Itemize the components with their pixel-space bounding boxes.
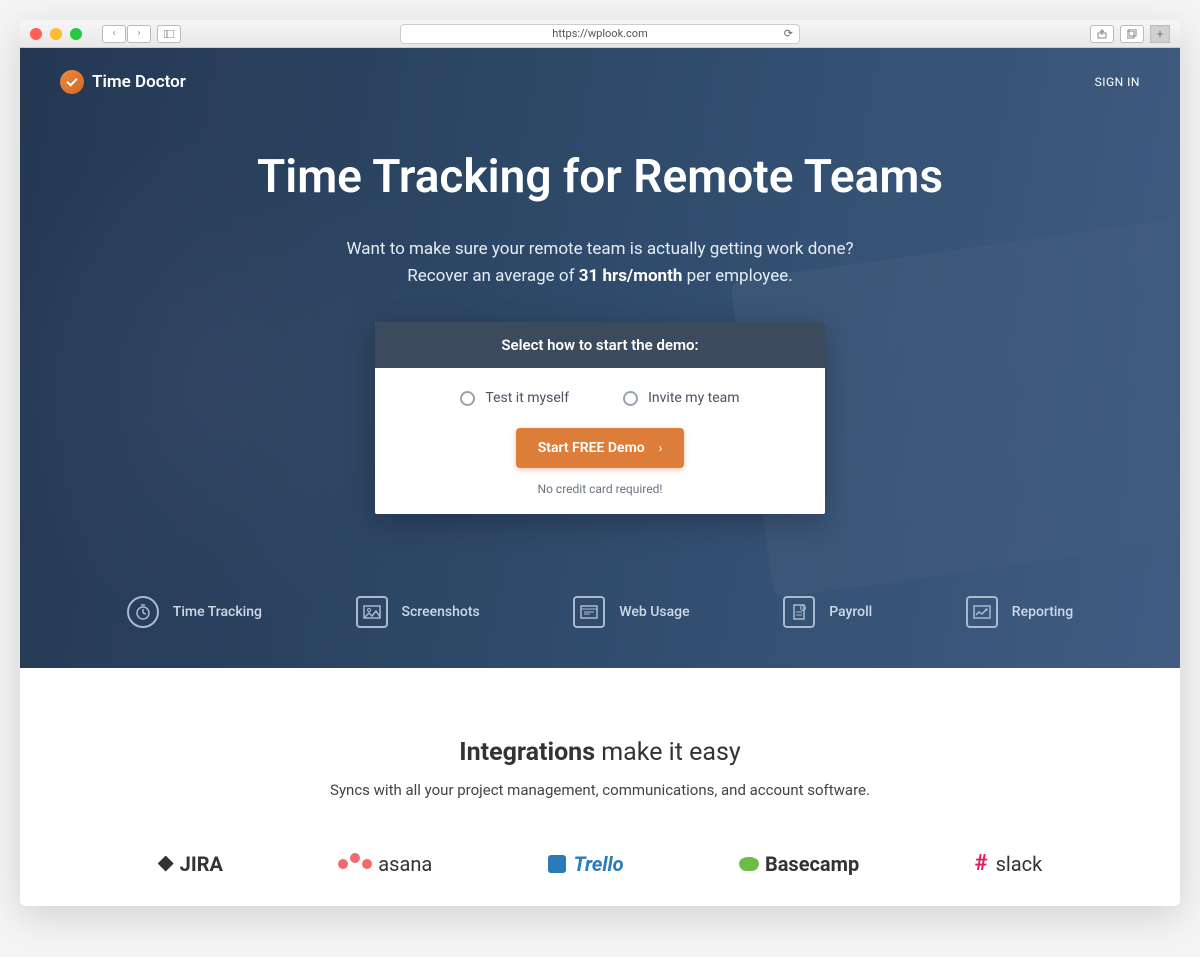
reload-icon[interactable]: ⟳ [784, 27, 793, 40]
sign-in-link[interactable]: SIGN IN [1095, 75, 1140, 89]
title-bold: Integrations [459, 738, 595, 767]
basecamp-logo[interactable]: Basecamp [739, 852, 859, 876]
feature-label: Reporting [1012, 604, 1073, 620]
sidebar-toggle-icon[interactable] [157, 25, 181, 43]
slack-logo[interactable]: slack [975, 851, 1043, 876]
chart-icon [966, 596, 998, 628]
subtitle-line1: Want to make sure your remote team is ac… [346, 239, 853, 259]
integration-logos: JIRA asana Trello Basecamp slack [60, 851, 1140, 896]
window-controls [30, 28, 82, 40]
asana-logo[interactable]: asana [338, 852, 432, 876]
demo-card: Select how to start the demo: Test it my… [375, 322, 825, 514]
title-light: make it easy [595, 738, 741, 767]
chevron-right-icon: › [659, 441, 663, 455]
radio-group: Test it myself Invite my team [395, 390, 805, 406]
payroll-icon: $ [783, 596, 815, 628]
clock-check-icon [60, 70, 84, 94]
radio-icon [460, 391, 475, 406]
hero-subtitle: Want to make sure your remote team is ac… [20, 236, 1180, 290]
subtitle-bold: 31 hrs/month [579, 266, 683, 286]
radio-test-myself[interactable]: Test it myself [460, 390, 569, 406]
hero-content: Time Tracking for Remote Teams Want to m… [20, 94, 1180, 514]
no-credit-card-note: No credit card required! [395, 482, 805, 496]
integrations-subtitle: Syncs with all your project management, … [60, 781, 1140, 799]
integrations-section: Integrations make it easy Syncs with all… [20, 668, 1180, 906]
share-icon[interactable] [1090, 25, 1114, 43]
minimize-window-icon[interactable] [50, 28, 62, 40]
brand-name: Time Doctor [92, 72, 186, 92]
url-text: https://wplook.com [552, 27, 647, 40]
browser-titlebar: ‹ › https://wplook.com ⟳ + [20, 20, 1180, 48]
jira-logo[interactable]: JIRA [158, 852, 223, 876]
feature-web-usage[interactable]: Web Usage [573, 596, 689, 628]
feature-screenshots[interactable]: Screenshots [356, 596, 480, 628]
feature-label: Payroll [829, 604, 872, 620]
back-button[interactable]: ‹ [102, 25, 126, 43]
stopwatch-icon [127, 596, 159, 628]
card-heading: Select how to start the demo: [375, 322, 825, 368]
site-header: Time Doctor SIGN IN [20, 48, 1180, 94]
feature-reporting[interactable]: Reporting [966, 596, 1073, 628]
asana-dots-icon [338, 859, 372, 869]
radio-label: Test it myself [485, 390, 569, 406]
hero-title: Time Tracking for Remote Teams [20, 150, 1180, 204]
maximize-window-icon[interactable] [70, 28, 82, 40]
radio-invite-team[interactable]: Invite my team [623, 390, 739, 406]
new-tab-button[interactable]: + [1150, 25, 1170, 43]
trello-logo[interactable]: Trello [548, 852, 624, 876]
integrations-title: Integrations make it easy [60, 738, 1140, 767]
nav-buttons: ‹ › [102, 25, 151, 43]
forward-button[interactable]: › [127, 25, 151, 43]
features-row: Time Tracking Screenshots Web Usage $ Pa… [20, 596, 1180, 628]
feature-label: Screenshots [402, 604, 480, 620]
cta-label: Start FREE Demo [538, 440, 645, 456]
browser-window: ‹ › https://wplook.com ⟳ + Time Doct [20, 20, 1180, 906]
card-body: Test it myself Invite my team Start FREE… [375, 368, 825, 514]
feature-payroll[interactable]: $ Payroll [783, 596, 872, 628]
feature-label: Time Tracking [173, 604, 262, 620]
subtitle-line2-post: per employee. [682, 266, 792, 286]
browser-icon [573, 596, 605, 628]
subtitle-line2-pre: Recover an average of [407, 266, 578, 286]
hero-section: Time Doctor SIGN IN Time Tracking for Re… [20, 48, 1180, 668]
radio-label: Invite my team [648, 390, 739, 406]
feature-label: Web Usage [619, 604, 689, 620]
toolbar-right: + [1090, 25, 1170, 43]
tabs-icon[interactable] [1120, 25, 1144, 43]
start-demo-button[interactable]: Start FREE Demo › [516, 428, 685, 468]
feature-time-tracking[interactable]: Time Tracking [127, 596, 262, 628]
radio-icon [623, 391, 638, 406]
address-bar[interactable]: https://wplook.com ⟳ [400, 24, 800, 44]
logo[interactable]: Time Doctor [60, 70, 186, 94]
image-icon [356, 596, 388, 628]
close-window-icon[interactable] [30, 28, 42, 40]
